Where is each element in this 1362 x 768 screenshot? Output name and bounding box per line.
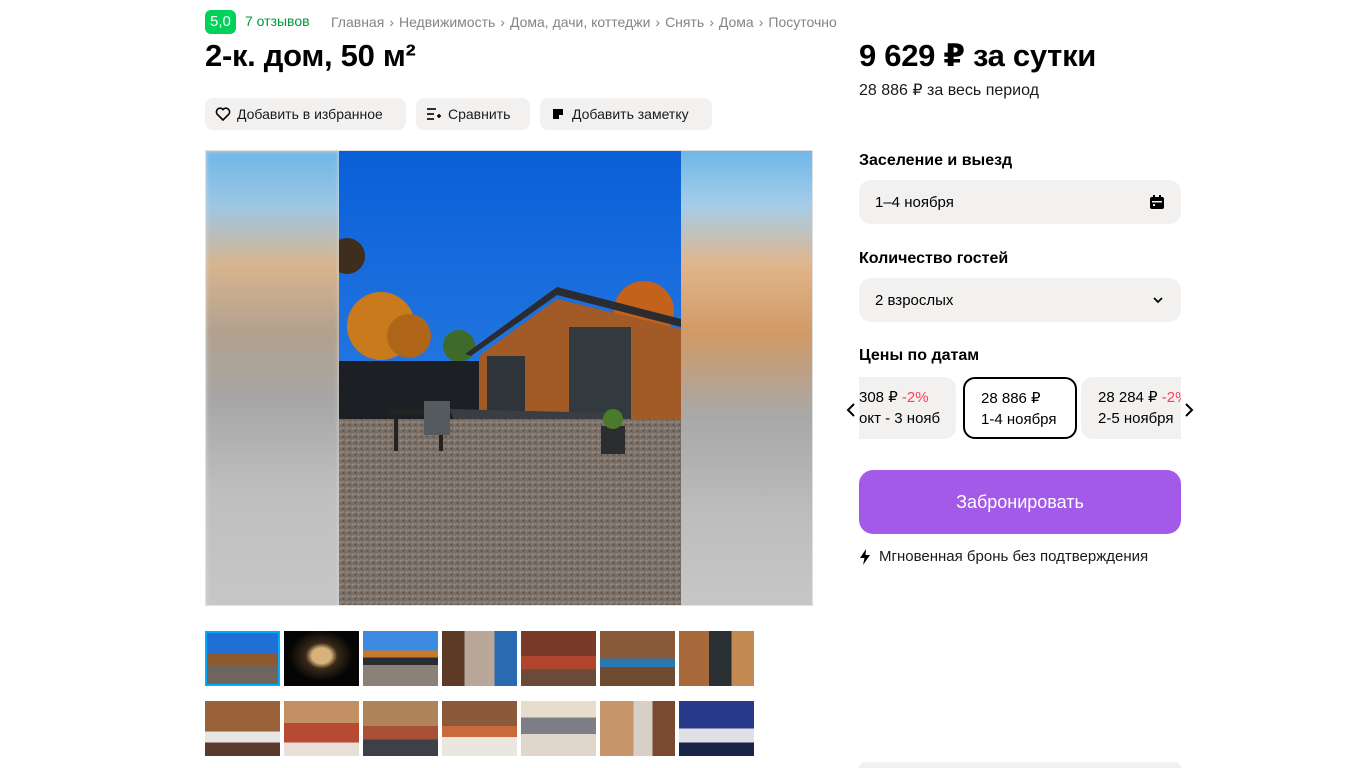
guests-value: 2 взрослых: [875, 291, 954, 309]
thumbnail[interactable]: [442, 631, 517, 686]
add-note-label: Добавить заметку: [572, 106, 689, 122]
thumbnail[interactable]: [521, 701, 596, 756]
instant-booking-note: Мгновенная бронь без подтверждения: [859, 548, 1148, 565]
compare-button[interactable]: Сравнить: [416, 98, 530, 130]
note-icon: [553, 109, 563, 119]
date-card-price: 308 ₽: [859, 389, 898, 406]
date-card-dates: окт - 3 нояб: [859, 410, 941, 427]
add-to-favorites-label: Добавить в избранное: [237, 106, 383, 122]
guests-select[interactable]: 2 взрослых: [859, 278, 1181, 322]
chevron-down-icon: [1153, 297, 1163, 304]
main-photo: [339, 151, 681, 605]
thumbnail[interactable]: [442, 701, 517, 756]
date-price-card[interactable]: 28 284 ₽ -2% 2-5 ноября: [1081, 377, 1181, 439]
breadcrumb-item-home[interactable]: Главная: [331, 14, 384, 30]
date-price-card-selected[interactable]: 28 886 ₽ 1-4 ноября: [963, 377, 1077, 439]
page-title: 2-к. дом, 50 м²: [205, 38, 416, 73]
thumbnail[interactable]: [205, 701, 280, 756]
date-prices-carousel: 308 ₽ -2% окт - 3 нояб 28 886 ₽ 1-4 нояб…: [859, 377, 1181, 441]
date-card-discount: -2%: [901, 389, 929, 406]
rating-badge: 5,0: [205, 10, 236, 34]
date-price-card[interactable]: 308 ₽ -2% окт - 3 нояб: [859, 377, 956, 439]
thumbnail[interactable]: [679, 701, 754, 756]
reviews-link[interactable]: 7 отзывов: [245, 13, 310, 29]
guests-label: Количество гостей: [859, 250, 1009, 267]
instant-booking-text: Мгновенная бронь без подтверждения: [879, 548, 1149, 565]
chevron-right-icon[interactable]: [1183, 402, 1195, 418]
thumbnail[interactable]: [363, 701, 438, 756]
photo-gallery[interactable]: [205, 150, 813, 606]
thumbnail[interactable]: [679, 631, 754, 686]
thumbnail[interactable]: [284, 701, 359, 756]
breadcrumb: Главная › Недвижимость › Дома, дачи, котте…: [331, 14, 837, 30]
breadcrumb-item-realty[interactable]: Недвижимость: [399, 14, 495, 30]
thumbnail[interactable]: [521, 631, 596, 686]
price-per-night: 9 629 ₽ за сутки: [859, 38, 1097, 73]
date-card-dates: 1-4 ноября: [981, 411, 1057, 428]
date-card-dates: 2-5 ноября: [1098, 410, 1174, 427]
thumbnail[interactable]: [284, 631, 359, 686]
compare-label: Сравнить: [448, 106, 511, 122]
breadcrumb-item-rent[interactable]: Снять: [665, 14, 704, 30]
gallery-blur-left: [206, 151, 339, 605]
add-note-button[interactable]: Добавить заметку: [540, 98, 712, 130]
gallery-blur-right: [679, 151, 812, 605]
date-card-discount: -2%: [1161, 389, 1181, 406]
thumbnail[interactable]: [363, 631, 438, 686]
breadcrumb-item-houses[interactable]: Дома, дачи, коттеджи: [510, 14, 650, 30]
checkin-label: Заселение и выезд: [859, 152, 1013, 169]
checkin-date-field[interactable]: 1–4 ноября: [859, 180, 1181, 224]
price-total-period: 28 886 ₽ за весь период: [859, 82, 1039, 99]
breadcrumb-item-daily[interactable]: Посуточно: [768, 14, 836, 30]
date-prices-label: Цены по датам: [859, 347, 980, 364]
next-section-card: [859, 762, 1181, 768]
chevron-left-icon[interactable]: [845, 402, 857, 418]
checkin-date-value: 1–4 ноября: [875, 193, 954, 211]
thumbnail[interactable]: [600, 631, 675, 686]
date-card-price: 28 284 ₽: [1098, 389, 1158, 406]
date-card-price: 28 886 ₽: [981, 390, 1041, 407]
thumbnail[interactable]: [205, 631, 280, 686]
calendar-icon: [1150, 195, 1164, 209]
heart-icon: [215, 107, 231, 122]
lightning-icon: [860, 548, 870, 565]
add-to-favorites-button[interactable]: Добавить в избранное: [205, 98, 406, 130]
thumbnail-grid: [205, 631, 754, 756]
thumbnail[interactable]: [600, 701, 675, 756]
compare-list-icon: [427, 108, 441, 120]
breadcrumb-item-homes[interactable]: Дома: [719, 14, 754, 30]
book-button[interactable]: Забронировать: [859, 470, 1181, 534]
